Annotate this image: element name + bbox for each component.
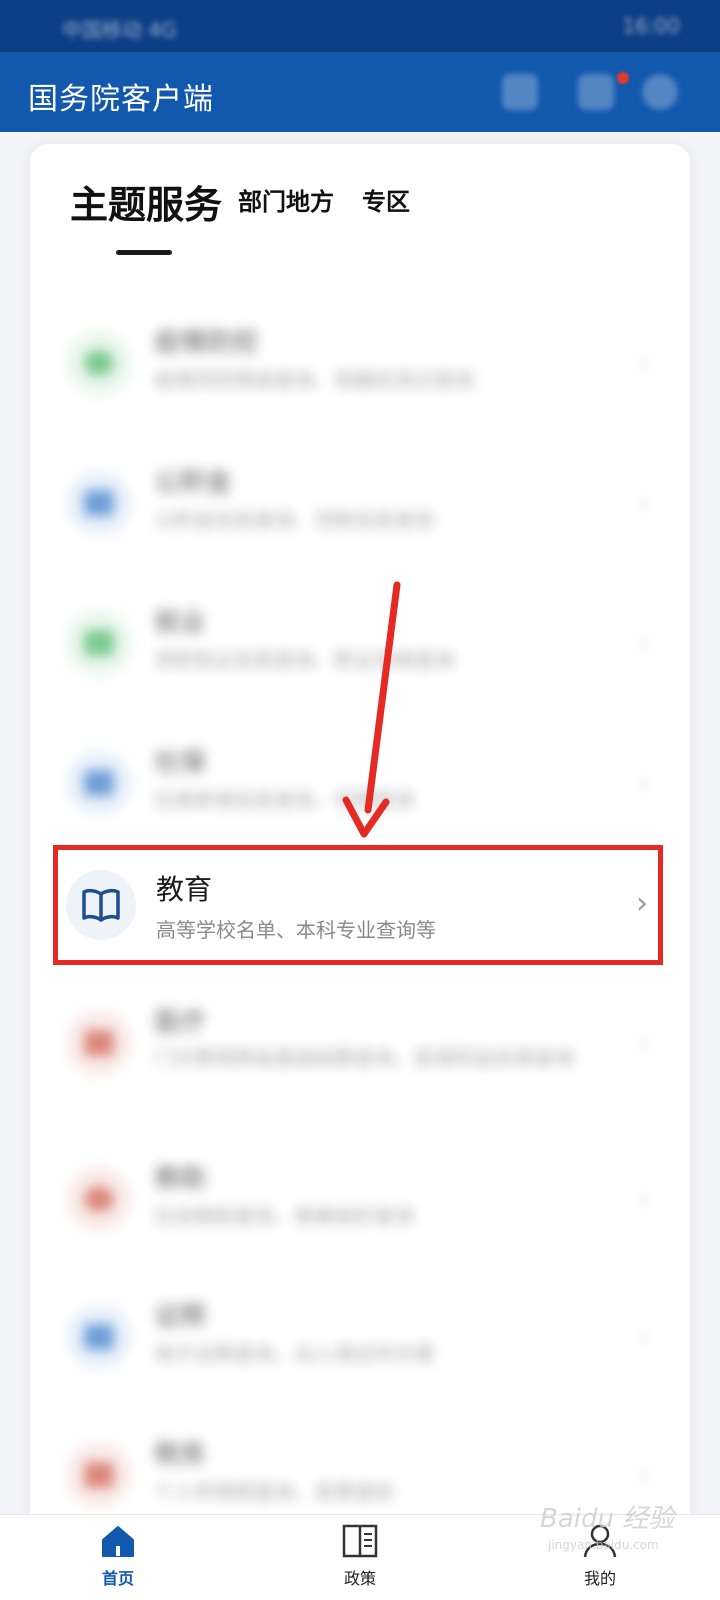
menu-icon[interactable] [502, 74, 538, 110]
service-desc: 个人所得税查询、发票查验 [154, 1480, 394, 1504]
service-item-relief[interactable]: 救助 社会救助查询、慈善组织查询 › [30, 1148, 690, 1268]
app-title: 国务院客户端 [28, 82, 214, 117]
service-desc: 高等学校名单、本科专业查询等 [156, 918, 436, 942]
service-title: 教育 [156, 873, 213, 906]
chevron-right-icon: › [638, 1320, 650, 1353]
service-item-employment[interactable]: 就业 求职就业信息查询、职业资格查询 › [30, 592, 690, 712]
tab-departments[interactable]: 部门地方 [238, 182, 334, 217]
service-desc: 社保参保信息查询、待遇查询 [154, 788, 414, 812]
nav-label: 政策 [343, 1569, 376, 1588]
bell-icon[interactable] [578, 74, 614, 110]
service-title: 证照 [154, 1302, 207, 1332]
chevron-right-icon: › [638, 766, 650, 799]
settings-icon[interactable] [642, 74, 678, 110]
service-item-certificates[interactable]: 证照 电子证照查询、出入境证件办理 › [30, 1286, 690, 1406]
tab-theme-services[interactable]: 主题服务 [70, 174, 222, 229]
service-title: 税务 [154, 1440, 207, 1470]
service-item-epidemic[interactable]: 疫情防控 疫情风险等级查询、核酸检测点查询 › [30, 312, 690, 432]
service-desc: 社会救助查询、慈善组织查询 [154, 1204, 414, 1228]
service-card: 主题服务 部门地方 专区 疫情防控 疫情风险等级查询、核酸检测点查询 › 公积金… [30, 144, 690, 1514]
chevron-right-icon: › [636, 886, 648, 921]
nav-label: 首页 [101, 1569, 134, 1588]
service-title: 公积金 [154, 468, 233, 498]
nav-home[interactable]: 首页 [58, 1521, 178, 1600]
service-desc: 电子证照查询、出入境证件办理 [154, 1342, 434, 1366]
watermark: Baidu 经验 [540, 1504, 675, 1534]
book-open-icon [342, 1524, 378, 1558]
notification-dot [617, 72, 629, 84]
service-desc: 求职就业信息查询、职业资格查询 [154, 648, 454, 672]
service-item-medical[interactable]: 医疗 门诊费用跨省直接结算查询、医保药品目录查询 › [30, 992, 690, 1112]
lock-icon [66, 470, 132, 536]
medical-icon [66, 1010, 132, 1076]
document-icon [66, 1304, 132, 1370]
service-title: 疫情防控 [154, 328, 259, 358]
service-title: 医疗 [154, 1008, 207, 1038]
nav-policy[interactable]: 政策 [300, 1521, 420, 1600]
carrier-text: 中国移动 4G [62, 18, 177, 42]
service-desc: 公积金信息查询、贷款信息查询 [154, 508, 434, 532]
tab-special-zone[interactable]: 专区 [362, 182, 410, 217]
service-item-housing-fund[interactable]: 公积金 公积金信息查询、贷款信息查询 › [30, 452, 690, 572]
status-bar: 中国移动 4G 16:00 [0, 0, 720, 52]
service-title: 救助 [154, 1164, 207, 1194]
nav-label: 我的 [583, 1569, 616, 1588]
service-desc: 门诊费用跨省直接结算查询、医保药品目录查询 [154, 1046, 574, 1070]
service-desc: 疫情风险等级查询、核酸检测点查询 [154, 368, 474, 392]
clock-text: 16:00 [622, 14, 680, 38]
chevron-right-icon: › [638, 1026, 650, 1059]
chevron-right-icon: › [638, 1458, 650, 1491]
service-item-social-security[interactable]: 社保 社保参保信息查询、待遇查询 › [30, 732, 690, 852]
tax-icon [66, 1442, 132, 1508]
card-icon [66, 750, 132, 816]
service-title: 就业 [154, 608, 207, 638]
app-bar: 国务院客户端 [0, 52, 720, 132]
watermark-url: jingyan.baidu.com [548, 1538, 659, 1552]
shield-icon [66, 330, 132, 396]
chevron-right-icon: › [638, 486, 650, 519]
home-icon [102, 1526, 134, 1557]
active-tab-indicator [116, 250, 172, 255]
service-title: 社保 [154, 748, 207, 778]
chevron-right-icon: › [638, 346, 650, 379]
service-item-education[interactable]: 教育 高等学校名单、本科专业查询等 › [53, 845, 663, 965]
chevron-right-icon: › [638, 1182, 650, 1215]
heart-icon [66, 1166, 132, 1232]
briefcase-icon [66, 610, 132, 676]
chevron-right-icon: › [638, 626, 650, 659]
book-icon [66, 870, 136, 940]
